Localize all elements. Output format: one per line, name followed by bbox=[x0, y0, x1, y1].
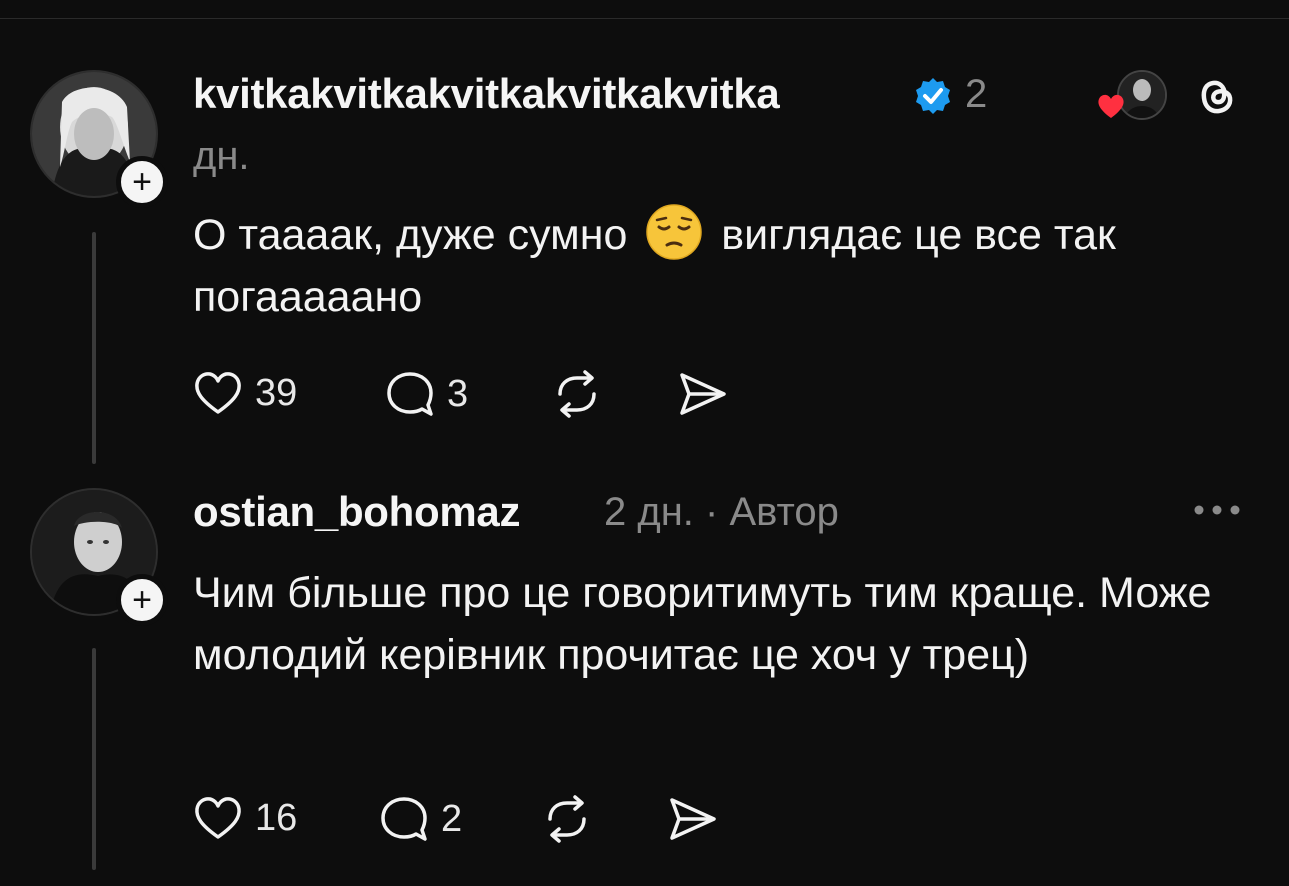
reply-button[interactable]: 2 bbox=[379, 795, 462, 843]
post-meta: 2 дн. · Автор bbox=[604, 490, 839, 534]
repost-icon bbox=[548, 795, 586, 843]
liked-by-author-icon bbox=[1098, 94, 1124, 118]
like-button[interactable]: 39 bbox=[193, 370, 297, 416]
share-icon bbox=[680, 373, 726, 415]
reply-count: 3 bbox=[447, 372, 469, 415]
pensive-face-icon bbox=[646, 204, 703, 260]
post-text: Чим більше про це говоритимуть тим краще… bbox=[193, 569, 1212, 679]
top-divider bbox=[0, 18, 1289, 19]
more-icon[interactable] bbox=[1192, 500, 1242, 520]
post-text-part1: О таааак, дуже сумно bbox=[193, 211, 640, 259]
plus-icon: + bbox=[132, 163, 152, 201]
share-icon bbox=[670, 798, 716, 840]
plus-icon: + bbox=[132, 581, 152, 619]
reply-count: 2 bbox=[441, 797, 463, 840]
follow-button[interactable]: + bbox=[116, 574, 168, 626]
share-button[interactable] bbox=[677, 370, 729, 418]
post-text: О таааак, дуже сумно виглядає це все так… bbox=[193, 203, 1233, 328]
timestamp-unit: дн. bbox=[193, 134, 250, 178]
verified-icon bbox=[916, 78, 950, 114]
repost-icon bbox=[558, 370, 596, 418]
action-bar: 16 2 bbox=[193, 795, 793, 845]
username[interactable]: ostian_bohomaz bbox=[193, 488, 520, 536]
follow-button[interactable]: + bbox=[116, 156, 168, 208]
timestamp: 2 bbox=[965, 72, 988, 116]
like-count: 39 bbox=[255, 371, 298, 414]
threads-logo-icon[interactable] bbox=[1195, 74, 1239, 120]
reply-icon bbox=[387, 372, 433, 416]
thread-line bbox=[92, 232, 96, 464]
reply-button[interactable]: 3 bbox=[385, 370, 468, 418]
repost-button[interactable] bbox=[551, 370, 603, 418]
heart-icon bbox=[195, 797, 241, 839]
action-bar: 39 3 bbox=[193, 370, 793, 420]
username[interactable]: kvitkakvitkakvitkakvitkakvitka bbox=[193, 70, 780, 118]
like-button[interactable]: 16 bbox=[193, 795, 297, 841]
reply-icon bbox=[381, 797, 427, 841]
thread-line bbox=[92, 648, 96, 870]
repost-button[interactable] bbox=[541, 795, 593, 843]
like-count: 16 bbox=[255, 796, 298, 839]
heart-icon bbox=[195, 372, 241, 414]
share-button[interactable] bbox=[667, 795, 719, 843]
